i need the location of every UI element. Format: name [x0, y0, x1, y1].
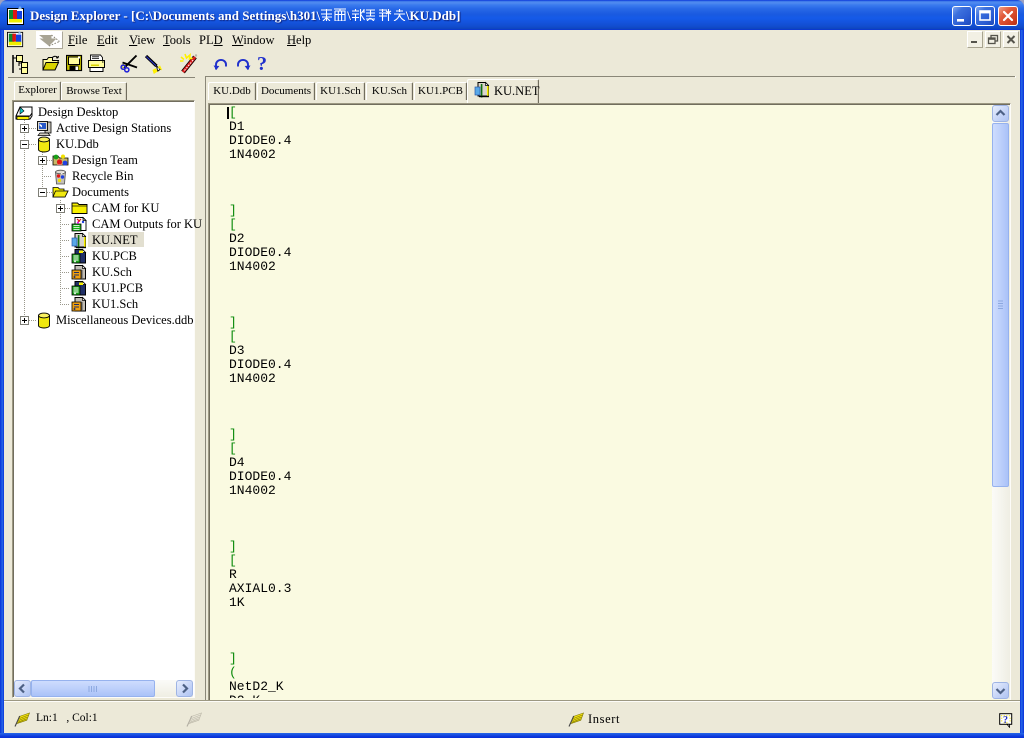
svg-text:?: ?: [1003, 715, 1008, 726]
